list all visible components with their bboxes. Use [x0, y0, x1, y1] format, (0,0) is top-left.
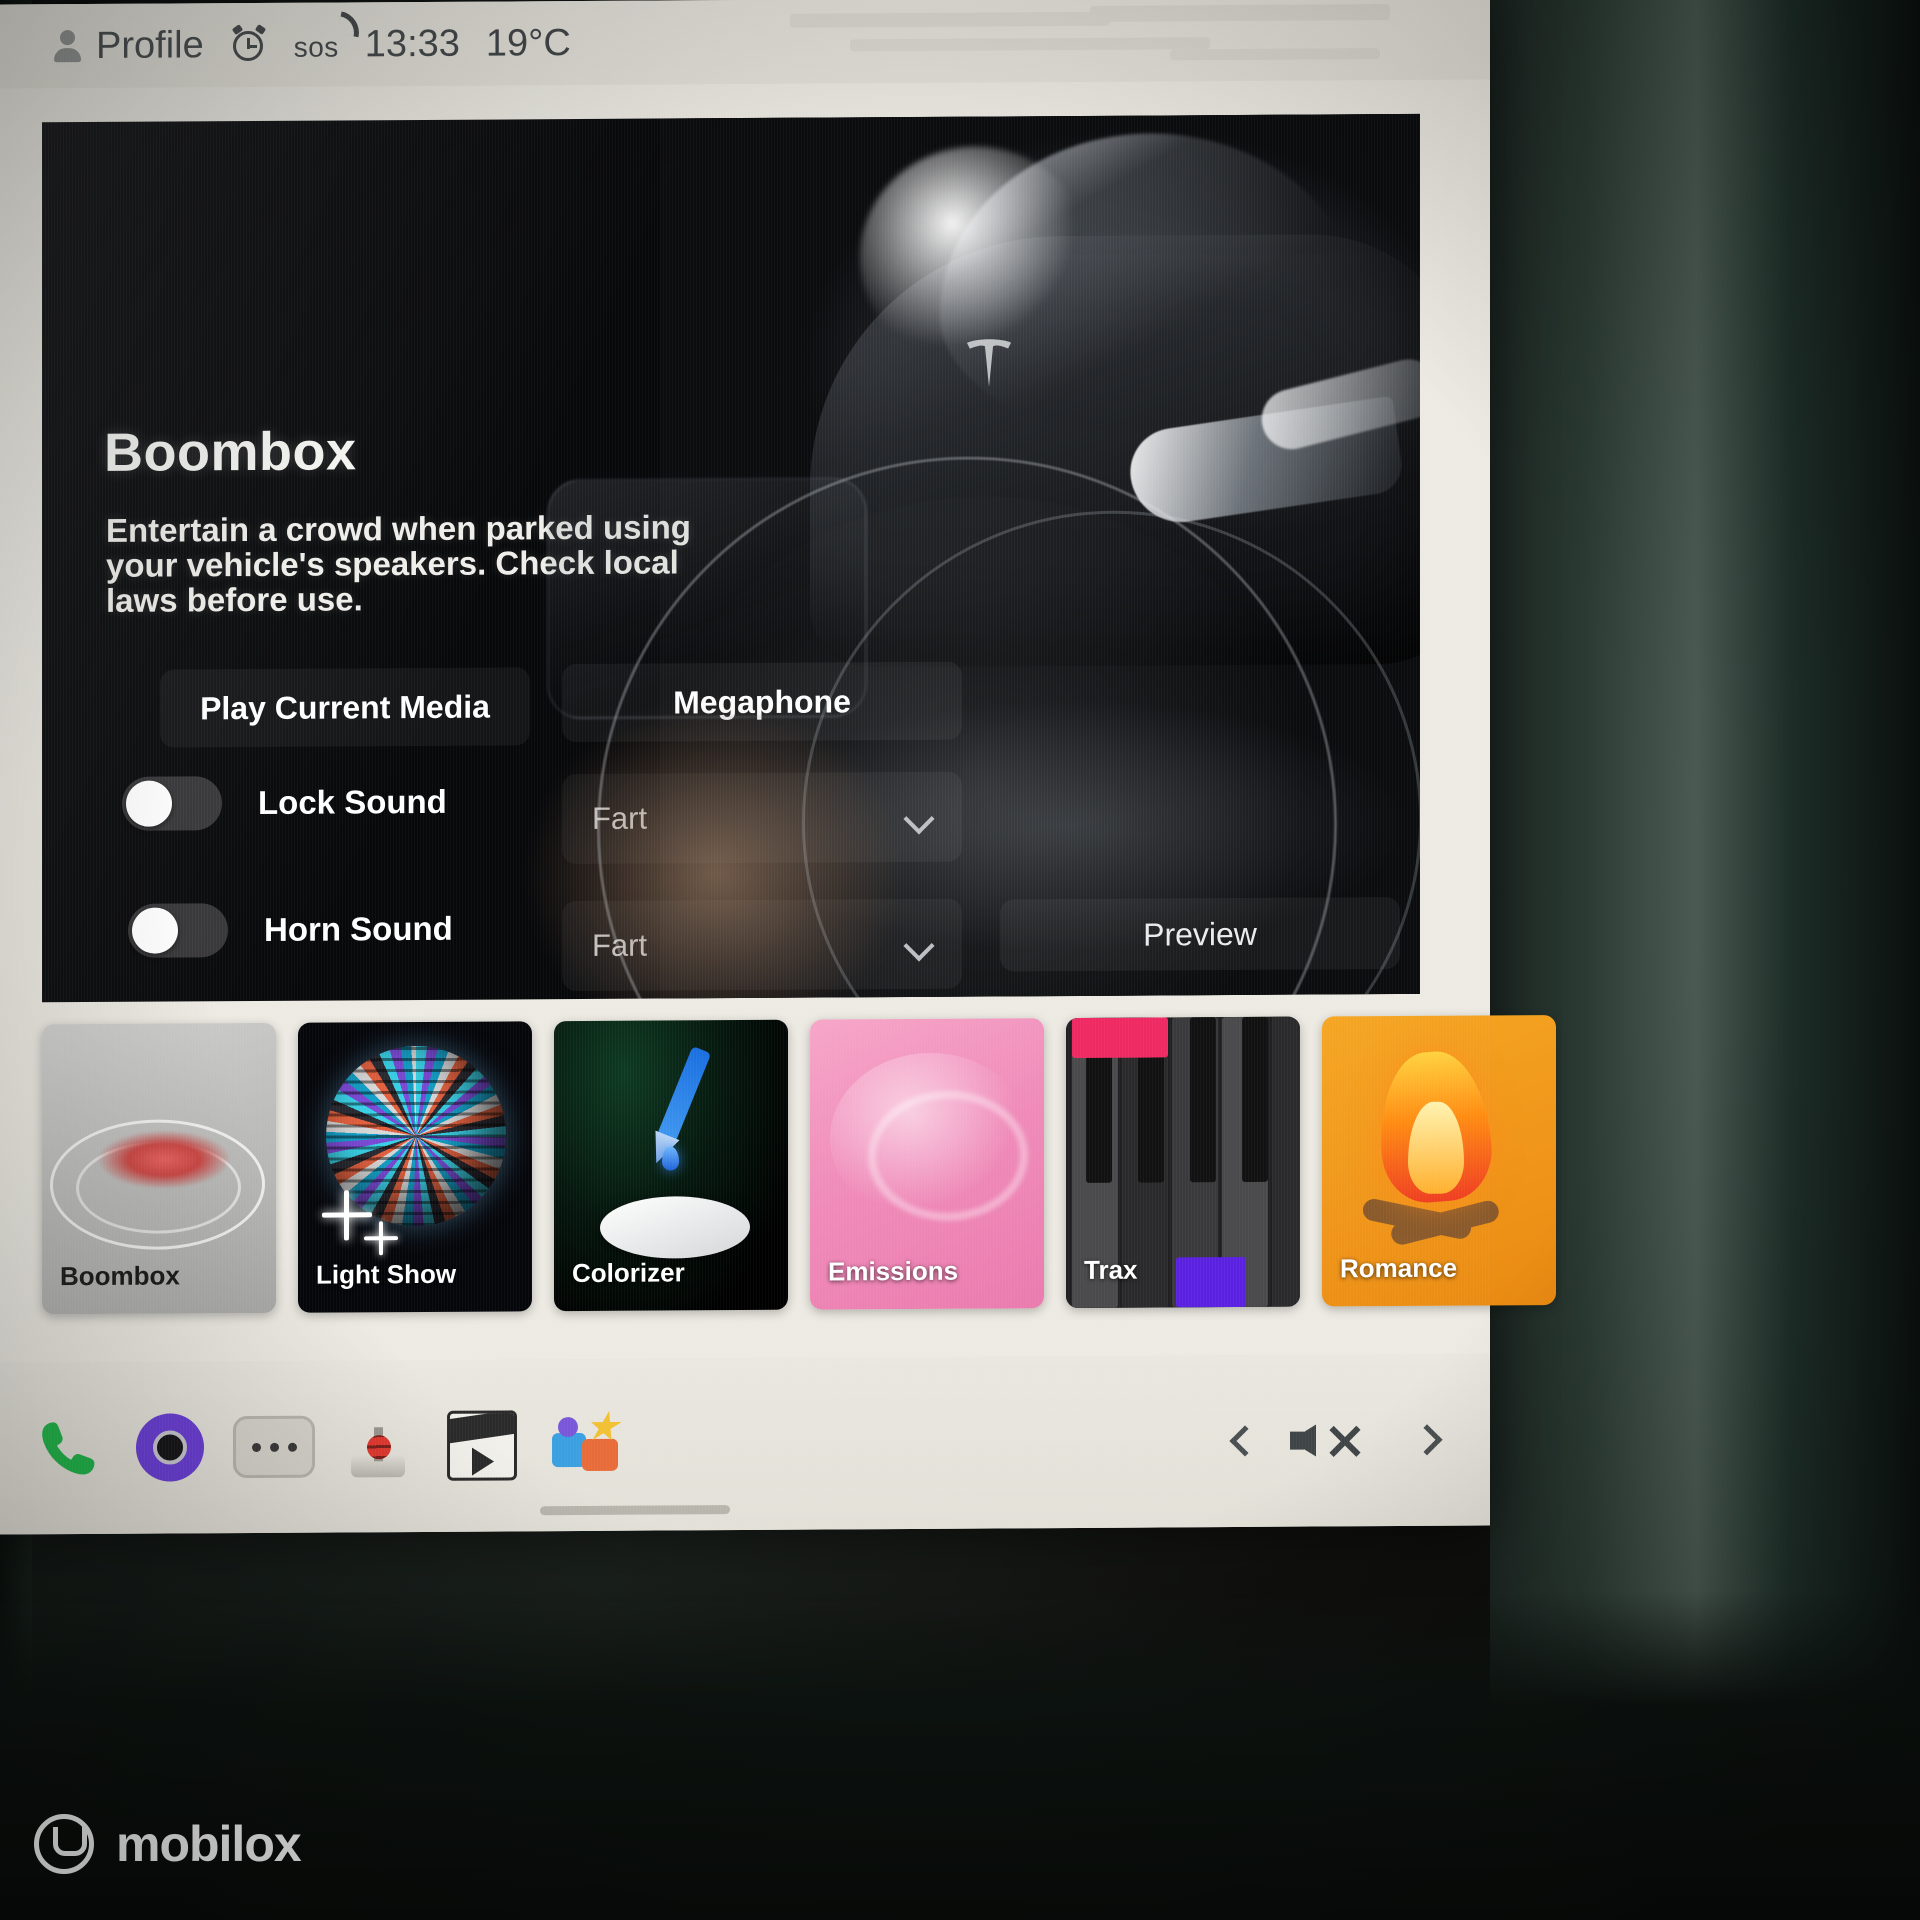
chevron-left-icon[interactable]	[1228, 1427, 1256, 1455]
profile-button[interactable]: Profile	[52, 24, 204, 68]
lock-sound-value: Fart	[592, 800, 648, 836]
horn-sound-toggle[interactable]	[128, 903, 228, 958]
status-bar-glare	[790, 2, 1430, 76]
volume-controls	[1228, 1412, 1438, 1469]
chevron-down-icon	[906, 804, 932, 830]
lock-sound-row[interactable]: Lock Sound	[122, 775, 447, 831]
lock-sound-label: Lock Sound	[258, 782, 447, 821]
tile-label: Trax	[1084, 1254, 1138, 1285]
tile-label: Emissions	[828, 1255, 959, 1287]
outside-temperature: 19°C	[485, 21, 571, 65]
home-indicator-bar	[540, 1505, 730, 1516]
tile-trax[interactable]: Trax	[1066, 1016, 1300, 1309]
profile-label: Profile	[96, 23, 204, 67]
horn-sound-value: Fart	[592, 927, 648, 963]
clapperboard-icon[interactable]	[434, 1397, 530, 1494]
megaphone-button[interactable]: Megaphone	[562, 661, 962, 743]
watermark-text: mobilox	[116, 1816, 302, 1872]
sos-signal-icon	[336, 10, 363, 37]
vehicle-hero-image	[660, 113, 1420, 999]
tile-romance[interactable]: Romance	[1322, 1015, 1556, 1307]
phone-icon[interactable]	[18, 1400, 114, 1497]
lock-sound-select[interactable]: Fart	[562, 771, 962, 865]
car-silhouette-icon	[600, 1195, 750, 1259]
play-current-media-button[interactable]: Play Current Media	[160, 667, 530, 748]
tile-label: Light Show	[316, 1258, 457, 1290]
clock-time: 13:33	[364, 22, 460, 65]
photo-of-car-touchscreen: Profile sos 13:33 19°C Boombox Entertain…	[0, 0, 1920, 1920]
alarm-clock-icon[interactable]	[230, 24, 268, 64]
more-dots-icon[interactable]	[226, 1399, 322, 1496]
tile-label: Colorizer	[572, 1257, 685, 1289]
toybox-app-drawer: Boombox Light Show Colorizer Emissions T…	[42, 1015, 1556, 1345]
mobilox-logo-icon	[34, 1814, 94, 1874]
car-touchscreen: Profile sos 13:33 19°C Boombox Entertain…	[0, 0, 1556, 1535]
volume-mute-icon[interactable]	[1290, 1412, 1376, 1469]
droplet-icon	[662, 1146, 679, 1171]
taskbar-spacer	[634, 1441, 1228, 1445]
bottom-taskbar: ★	[0, 1353, 1490, 1535]
status-bar: Profile sos 13:33 19°C	[0, 0, 1490, 89]
preview-button[interactable]: Preview	[1000, 896, 1400, 972]
horn-sound-label: Horn Sound	[264, 909, 453, 948]
horn-sound-row[interactable]: Horn Sound	[128, 902, 453, 958]
horn-sound-select[interactable]: Fart	[562, 898, 962, 992]
tile-boombox[interactable]: Boombox	[42, 1022, 276, 1315]
toybox-icon[interactable]: ★	[538, 1397, 634, 1494]
tile-colorizer[interactable]: Colorizer	[554, 1019, 788, 1312]
joystick-icon[interactable]	[330, 1398, 426, 1495]
chevron-down-icon	[906, 931, 932, 957]
lock-sound-toggle[interactable]	[122, 776, 222, 831]
tesla-logo-icon	[960, 331, 1018, 393]
tile-emissions[interactable]: Emissions	[810, 1018, 1044, 1310]
disco-ball-icon	[326, 1045, 506, 1227]
watermark: mobilox	[34, 1814, 302, 1874]
tile-label: Romance	[1340, 1252, 1458, 1284]
app-description: Entertain a crowd when parked using your…	[106, 508, 691, 619]
page-title: Boombox	[104, 421, 357, 483]
person-icon	[52, 29, 82, 63]
camera-icon[interactable]	[122, 1399, 218, 1496]
tile-light-show[interactable]: Light Show	[298, 1021, 532, 1313]
boombox-app-panel: Boombox Entertain a crowd when parked us…	[42, 113, 1420, 1003]
sos-indicator[interactable]: sos	[293, 10, 363, 66]
tile-label: Boombox	[60, 1260, 180, 1292]
eyedropper-icon	[656, 1046, 712, 1143]
sos-label: sos	[293, 30, 339, 63]
chevron-right-icon[interactable]	[1410, 1426, 1438, 1454]
